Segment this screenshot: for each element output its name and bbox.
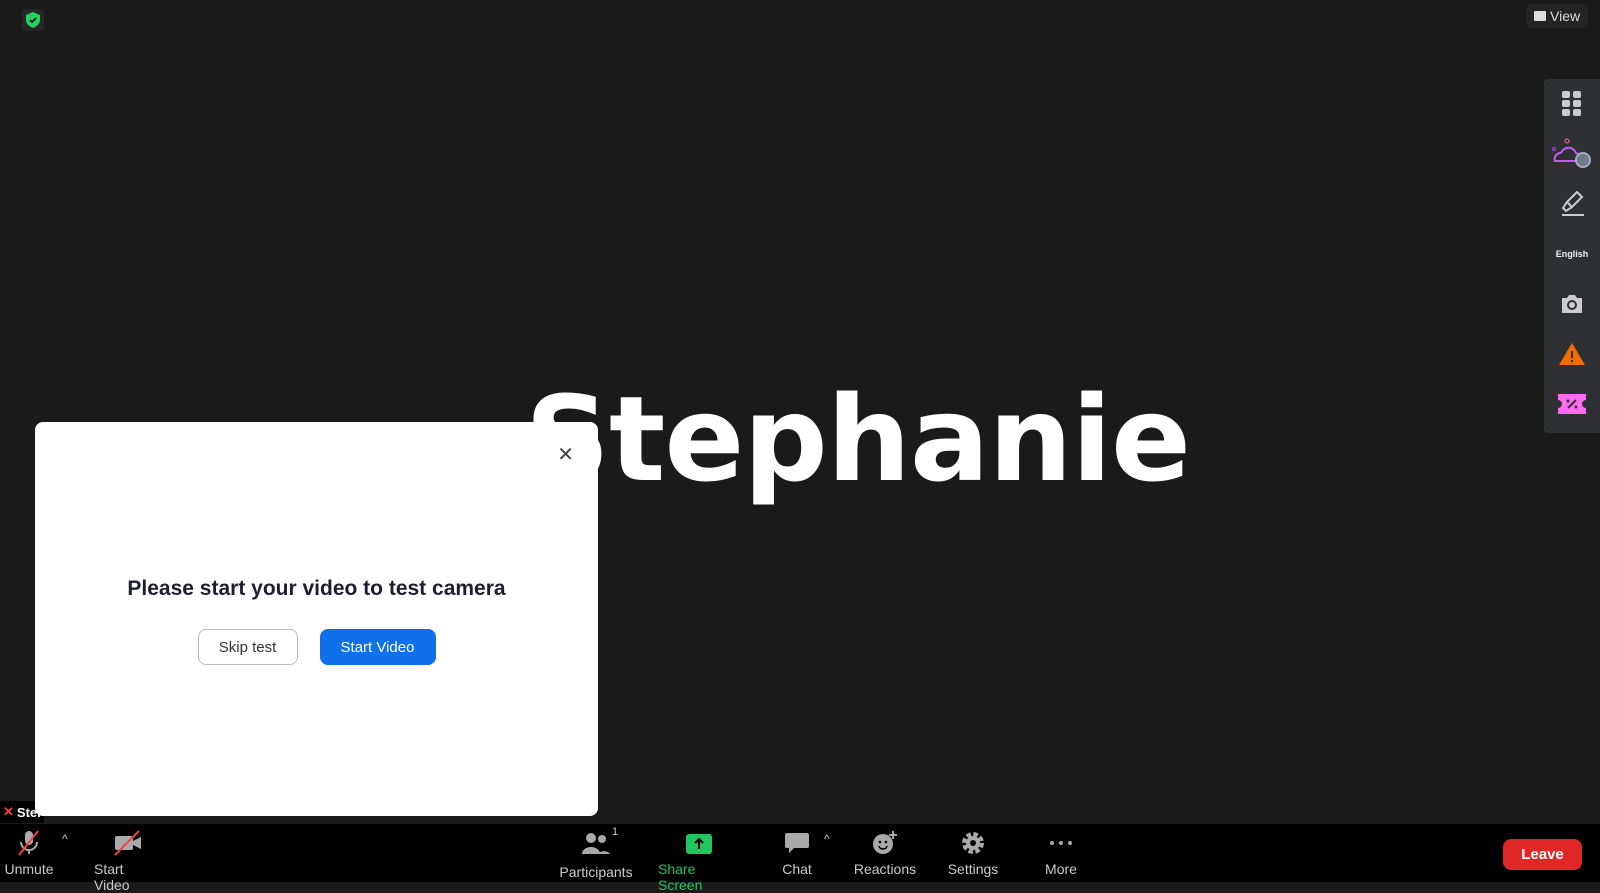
chat-options-caret-icon[interactable]: ^ xyxy=(824,832,830,846)
warning-icon[interactable] xyxy=(1544,329,1600,379)
muted-mic-icon: ✕ xyxy=(3,804,14,819)
leave-button[interactable]: Leave xyxy=(1503,839,1582,870)
side-toolbar: English xyxy=(1544,79,1600,433)
more-ellipsis-icon xyxy=(1050,841,1072,845)
reactions-label: Reactions xyxy=(853,861,917,877)
reactions-smiley-icon xyxy=(873,831,897,854)
encryption-shield-icon[interactable] xyxy=(22,9,44,31)
settings-button[interactable]: Settings xyxy=(947,830,999,877)
skip-test-button[interactable]: Skip test xyxy=(197,629,298,665)
share-screen-button[interactable]: Share Screen xyxy=(658,830,740,893)
muted-mic-icon xyxy=(18,830,39,856)
language-button[interactable]: English xyxy=(1556,249,1589,259)
grid-view-icon xyxy=(1534,11,1546,21)
start-video-button[interactable]: Start Video xyxy=(319,629,436,665)
more-button[interactable]: More xyxy=(1044,830,1078,877)
view-label: View xyxy=(1550,8,1581,24)
more-label: More xyxy=(1045,861,1077,877)
start-video-toolbar-button[interactable]: Start Video xyxy=(94,830,162,893)
apps-grid-icon[interactable] xyxy=(1544,79,1600,129)
gear-icon xyxy=(962,832,984,854)
view-button[interactable]: View xyxy=(1526,4,1589,28)
participants-button[interactable]: 1 Participants xyxy=(559,826,633,880)
settings-label: Settings xyxy=(947,861,999,877)
ticket-discount-icon[interactable] xyxy=(1544,379,1600,429)
reactions-button[interactable]: Reactions xyxy=(854,830,916,877)
share-screen-arrow-icon xyxy=(686,834,712,854)
whiteboard-cloud-icon[interactable] xyxy=(1544,129,1600,179)
participants-label: Participants xyxy=(559,864,633,880)
video-off-icon xyxy=(114,830,141,856)
audio-options-caret-icon[interactable]: ^ xyxy=(62,832,68,846)
chat-button[interactable]: Chat xyxy=(781,830,813,877)
unmute-button[interactable]: Unmute xyxy=(4,830,54,877)
participant-name-display: Stephanie xyxy=(525,370,1191,508)
chat-label: Chat xyxy=(782,861,812,877)
camera-test-dialog: ✕ Please start your video to test camera… xyxy=(35,422,598,816)
participants-icon xyxy=(582,833,610,854)
meeting-toolbar: Unmute ^ Start Video 1 Participants Shar… xyxy=(0,824,1600,893)
participants-count: 1 xyxy=(612,826,619,838)
start-video-label: Start Video xyxy=(94,861,130,893)
dialog-title: Please start your video to test camera xyxy=(127,577,506,600)
share-screen-label: Share Screen xyxy=(658,861,703,893)
chat-bubble-icon xyxy=(785,833,809,853)
annotate-highlighter-icon[interactable] xyxy=(1544,179,1600,229)
camera-icon[interactable] xyxy=(1544,279,1600,329)
close-icon[interactable]: ✕ xyxy=(557,442,574,467)
unmute-label: Unmute xyxy=(4,861,54,877)
